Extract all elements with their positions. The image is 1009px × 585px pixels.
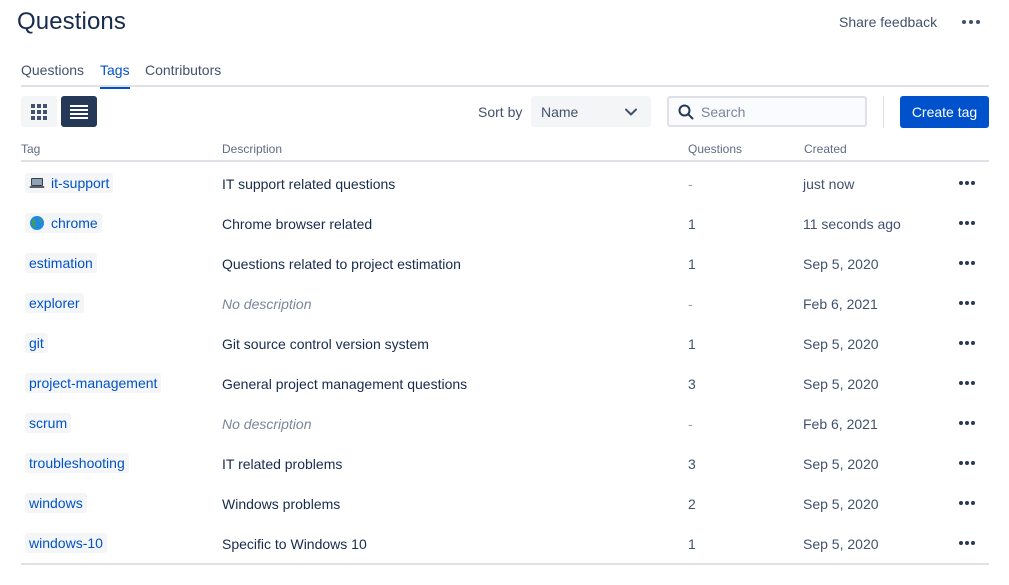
row-more-icon[interactable] xyxy=(955,455,979,471)
column-header-created[interactable]: Created xyxy=(804,142,847,156)
grid-view-button[interactable] xyxy=(21,96,57,127)
row-more-icon[interactable] xyxy=(955,415,979,431)
question-count: - xyxy=(688,176,693,192)
question-count: 3 xyxy=(688,376,696,392)
chevron-down-icon xyxy=(625,108,637,116)
created-date: Sep 5, 2020 xyxy=(803,336,879,352)
tab-questions[interactable]: Questions xyxy=(21,62,84,87)
tag-label: git xyxy=(29,335,44,351)
tab-contributors[interactable]: Contributors xyxy=(145,62,221,87)
column-header-description[interactable]: Description xyxy=(222,142,282,156)
question-count: 3 xyxy=(688,456,696,472)
row-more-icon[interactable] xyxy=(955,535,979,551)
create-tag-button[interactable]: Create tag xyxy=(900,96,989,128)
question-count: 1 xyxy=(688,256,696,272)
sort-label: Sort by xyxy=(478,104,523,120)
tag-label: it-support xyxy=(51,175,110,191)
created-date: Feb 6, 2021 xyxy=(803,416,878,432)
question-count: 2 xyxy=(688,496,696,512)
tag-label: windows-10 xyxy=(29,535,103,551)
search-icon xyxy=(678,104,694,120)
table-row: windows-10 Specific to Windows 10 1 Sep … xyxy=(21,523,989,563)
table-row: explorer No description - Feb 6, 2021 xyxy=(21,283,989,323)
sort-value: Name xyxy=(541,104,579,120)
tag-chip[interactable]: it-support xyxy=(25,173,114,193)
table-row: troubleshooting IT related problems 3 Se… xyxy=(21,443,989,483)
tag-label: troubleshooting xyxy=(29,455,125,471)
tag-chip[interactable]: windows xyxy=(25,493,87,513)
tag-description: General project management questions xyxy=(222,376,468,392)
table-row: chrome Chrome browser related 1 11 secon… xyxy=(21,203,989,243)
created-date: Sep 5, 2020 xyxy=(803,256,879,272)
tag-chip[interactable]: chrome xyxy=(25,213,102,233)
tag-label: project-management xyxy=(29,375,158,391)
row-more-icon[interactable] xyxy=(955,375,979,391)
table-row: windows Windows problems 2 Sep 5, 2020 xyxy=(21,483,989,523)
created-date: 11 seconds ago xyxy=(803,216,901,232)
list-view-icon xyxy=(70,104,88,119)
table-header: Tag Description Questions Created xyxy=(21,136,989,162)
tag-chip[interactable]: project-management xyxy=(25,373,162,393)
sort-select[interactable]: Name xyxy=(531,96,651,127)
question-count: - xyxy=(688,296,693,312)
tag-description: IT related problems xyxy=(222,456,343,472)
column-header-tag[interactable]: Tag xyxy=(21,142,40,156)
tag-chip[interactable]: estimation xyxy=(25,253,97,273)
row-more-icon[interactable] xyxy=(955,215,979,231)
question-count: 1 xyxy=(688,216,696,232)
tag-chip[interactable]: troubleshooting xyxy=(25,453,129,473)
tab-tags[interactable]: Tags xyxy=(100,62,130,89)
list-view-button[interactable] xyxy=(61,96,97,127)
table-row: it-support IT support related questions … xyxy=(21,163,989,203)
tag-chip[interactable]: windows-10 xyxy=(25,533,107,553)
tag-label: estimation xyxy=(29,255,93,271)
row-more-icon[interactable] xyxy=(955,495,979,511)
created-date: Sep 5, 2020 xyxy=(803,496,879,512)
created-date: Feb 6, 2021 xyxy=(803,296,878,312)
laptop-icon xyxy=(29,178,45,188)
question-count: 1 xyxy=(688,336,696,352)
tag-chip[interactable]: explorer xyxy=(25,293,84,313)
share-feedback-link[interactable]: Share feedback xyxy=(839,14,937,30)
tag-description: No description xyxy=(222,296,312,312)
tag-label: explorer xyxy=(29,295,80,311)
tag-label: scrum xyxy=(29,415,68,431)
search-field[interactable] xyxy=(667,96,867,127)
table-row: project-management General project manag… xyxy=(21,363,989,403)
row-more-icon[interactable] xyxy=(955,255,979,271)
table-row: estimation Questions related to project … xyxy=(21,243,989,283)
table-row: git Git source control version system 1 … xyxy=(21,323,989,363)
column-header-questions[interactable]: Questions xyxy=(688,142,742,156)
tag-description: Specific to Windows 10 xyxy=(222,536,367,552)
created-date: Sep 5, 2020 xyxy=(803,376,879,392)
tag-description: Questions related to project estimation xyxy=(222,256,461,272)
tag-description: No description xyxy=(222,416,312,432)
globe-icon xyxy=(30,216,44,230)
tag-chip[interactable]: scrum xyxy=(25,413,72,433)
created-date: Sep 5, 2020 xyxy=(803,536,879,552)
toolbar-divider xyxy=(883,96,884,128)
tab-bar: Questions Tags Contributors xyxy=(21,62,989,89)
created-date: Sep 5, 2020 xyxy=(803,456,879,472)
tag-description: IT support related questions xyxy=(222,176,396,192)
tag-chip[interactable]: git xyxy=(25,333,48,353)
row-more-icon[interactable] xyxy=(955,175,979,191)
created-date: just now xyxy=(803,176,855,192)
tag-description: Git source control version system xyxy=(222,336,429,352)
row-more-icon[interactable] xyxy=(955,335,979,351)
row-more-icon[interactable] xyxy=(955,295,979,311)
question-count: - xyxy=(688,416,693,432)
more-options-icon[interactable] xyxy=(960,12,982,32)
page-title: Questions xyxy=(17,8,126,35)
tag-label: windows xyxy=(29,495,83,511)
table-bottom-divider xyxy=(21,563,989,565)
table-row: scrum No description - Feb 6, 2021 xyxy=(21,403,989,443)
search-input[interactable] xyxy=(701,102,861,122)
tag-label: chrome xyxy=(51,215,98,231)
tag-description: Chrome browser related xyxy=(222,216,373,232)
tag-description: Windows problems xyxy=(222,496,341,512)
question-count: 1 xyxy=(688,536,696,552)
grid-view-icon xyxy=(31,103,47,120)
